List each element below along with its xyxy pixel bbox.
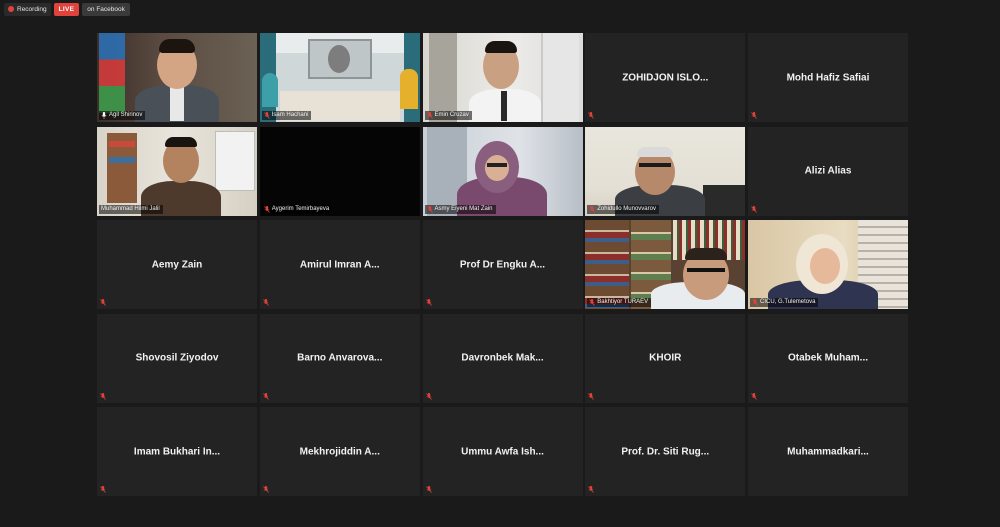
mic-muted-icon	[589, 205, 596, 213]
participant-name: Emin Cruzav	[434, 112, 469, 118]
participant-name: Aygerim Temirbayeva	[271, 205, 330, 212]
participant-name: Mekhrojiddin A...	[299, 446, 380, 457]
mic-muted-icon	[263, 205, 270, 213]
participant-tile[interactable]: KHOIR	[585, 313, 746, 403]
participant-tile[interactable]: Shovosil Ziyodov	[97, 313, 257, 403]
participant-nameplate: Zohidullo Munovvarov	[587, 204, 659, 214]
participant-nameplate: Muhammad Hilmi Jalil	[99, 204, 163, 214]
video-feed	[259, 33, 420, 122]
participant-nameplate: CICU, G.Tulemetova	[750, 298, 819, 307]
mic-muted-icon	[588, 486, 595, 493]
live-platform-label: on Facebook	[82, 2, 130, 16]
participant-name: Barno Anvarova...	[297, 352, 383, 364]
participant-name: Ummu Awfa Ish...	[461, 446, 544, 457]
participant-name: Isam Hachani	[271, 112, 309, 118]
participant-tile[interactable]: Muhammad Hilmi Jalil	[97, 126, 257, 216]
video-feed	[259, 126, 420, 216]
participant-tile[interactable]: Amirul Imran A...	[259, 220, 420, 309]
video-feed	[585, 126, 746, 216]
mic-active-icon	[101, 112, 107, 119]
participant-tile[interactable]: Zohidullo Munovvarov	[585, 126, 746, 216]
video-feed	[97, 33, 257, 122]
mic-muted-icon	[751, 392, 757, 400]
participant-tile[interactable]: Aygerim Temirbayeva	[259, 126, 420, 216]
participant-tile[interactable]: Prof Dr Engku A...	[422, 220, 583, 309]
participant-name: Bakhtiyor TURAEV	[597, 299, 649, 305]
participant-tile[interactable]: ZOHIDJON ISLO...	[585, 33, 746, 122]
participant-nameplate: Asmy Eiyeni Mat Zain	[424, 204, 496, 214]
mic-muted-icon	[589, 299, 596, 306]
participant-name: Mohd Hafiz Safiai	[786, 72, 870, 83]
participant-tile[interactable]: Aemy Zain	[97, 220, 257, 309]
mic-muted-icon	[100, 392, 106, 400]
mic-muted-icon	[262, 392, 269, 400]
participant-nameplate: Isam Hachani	[261, 111, 312, 120]
recording-dot-icon	[8, 6, 14, 12]
participant-tile[interactable]: Otabek Muham...	[748, 313, 908, 403]
participant-name: Davronbek Mak...	[461, 352, 544, 364]
live-badge[interactable]: LIVE	[53, 2, 80, 16]
video-feed	[422, 33, 583, 122]
participant-tile[interactable]: CICU, G.Tulemetova	[748, 220, 908, 309]
gallery-view: Agil Shirinov Isam Hachani Emin Cruzav Z…	[97, 33, 908, 496]
mic-muted-icon	[588, 112, 595, 119]
participant-name: Aemy Zain	[151, 259, 203, 270]
participant-tile[interactable]: Agil Shirinov	[97, 33, 257, 122]
participant-tile[interactable]: Alizi Alias	[748, 126, 908, 216]
participant-tile[interactable]: Prof. Dr. Siti Rug...	[585, 407, 746, 496]
mic-muted-icon	[426, 112, 433, 119]
video-feed	[422, 126, 583, 216]
participant-tile[interactable]: Davronbek Mak...	[422, 313, 583, 403]
participant-name: Agil Shirinov	[109, 112, 143, 118]
participant-tile[interactable]: Asmy Eiyeni Mat Zain	[422, 126, 583, 216]
participant-name: Prof Dr Engku A...	[459, 259, 546, 270]
mic-muted-icon	[588, 392, 595, 400]
participant-name: Zohidullo Munovvarov	[597, 205, 656, 212]
mic-muted-icon	[751, 112, 757, 119]
participant-name: ZOHIDJON ISLO...	[622, 72, 709, 83]
participant-name: Otabek Muham...	[787, 352, 868, 364]
participant-name: Amirul Imran A...	[299, 259, 380, 270]
recording-indicator[interactable]: Recording	[4, 2, 51, 16]
participant-tile[interactable]: Bakhtiyor TURAEV	[585, 220, 746, 309]
participant-nameplate: Aygerim Temirbayeva	[261, 204, 333, 214]
participant-name: Asmy Eiyeni Mat Zain	[434, 205, 493, 212]
mic-muted-icon	[262, 486, 269, 493]
mic-muted-icon	[263, 112, 270, 119]
mic-muted-icon	[425, 486, 432, 493]
participant-tile[interactable]: Barno Anvarova...	[259, 313, 420, 403]
meeting-status-bar: Recording LIVE on Facebook	[4, 2, 130, 16]
mic-muted-icon	[751, 205, 757, 213]
participant-nameplate: Agil Shirinov	[99, 111, 146, 120]
participant-tile[interactable]: Ummu Awfa Ish...	[422, 407, 583, 496]
mic-muted-icon	[425, 392, 432, 400]
mic-muted-icon	[100, 486, 106, 493]
mic-muted-icon	[100, 299, 106, 306]
participant-name: KHOIR	[649, 352, 682, 364]
recording-label: Recording	[17, 5, 47, 13]
participant-name: Prof. Dr. Siti Rug...	[621, 446, 710, 457]
participant-tile[interactable]: Muhammadkari...	[748, 407, 908, 496]
participant-nameplate: Bakhtiyor TURAEV	[587, 298, 652, 307]
mic-muted-icon	[752, 299, 758, 306]
participant-name: Muhammadkari...	[787, 446, 869, 457]
participant-name: CICU, G.Tulemetova	[760, 299, 816, 305]
mic-muted-icon	[426, 205, 433, 213]
participant-tile[interactable]: Mohd Hafiz Safiai	[748, 33, 908, 122]
participant-tile[interactable]: Imam Bukhari In...	[97, 407, 257, 496]
participant-name: Alizi Alias	[804, 165, 852, 177]
video-feed	[97, 126, 257, 216]
participant-tile[interactable]: Mekhrojiddin A...	[259, 407, 420, 496]
video-feed	[585, 220, 746, 309]
participant-tile[interactable]: Emin Cruzav	[422, 33, 583, 122]
video-feed	[748, 220, 908, 309]
participant-name: Shovosil Ziyodov	[135, 352, 219, 364]
participant-name: Imam Bukhari In...	[133, 446, 221, 457]
participant-nameplate: Emin Cruzav	[424, 111, 472, 120]
mic-muted-icon	[262, 299, 269, 306]
participant-tile[interactable]: Isam Hachani	[259, 33, 420, 122]
mic-muted-icon	[425, 299, 432, 306]
participant-name: Muhammad Hilmi Jalil	[101, 205, 160, 212]
